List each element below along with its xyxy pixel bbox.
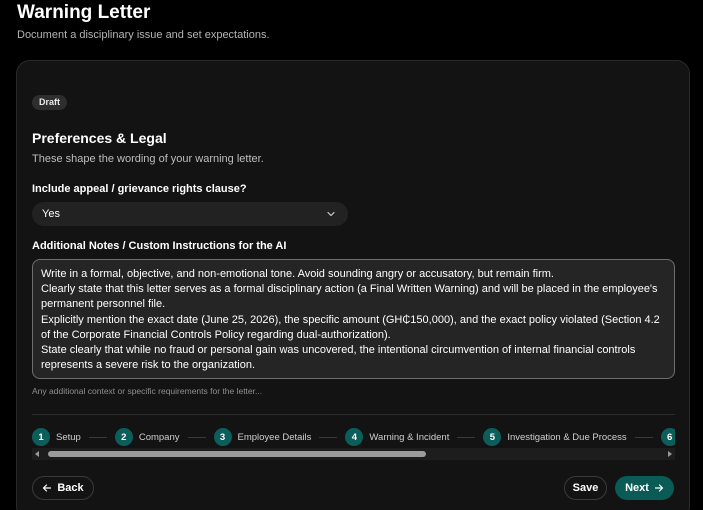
save-button-label: Save (572, 482, 599, 494)
step-label: Investigation & Due Process (507, 431, 627, 443)
status-badge: Draft (32, 95, 68, 110)
step-connector (319, 436, 338, 438)
step-connector (88, 436, 107, 438)
page-subtitle: Document a disciplinary issue and set ex… (17, 29, 270, 41)
step-item[interactable]: 5 Investigation & Due Process (483, 428, 627, 446)
appeal-clause-value: Yes (42, 208, 60, 220)
step-label: Warning & Incident (369, 431, 450, 443)
notes-helper-text: Any additional context or specific requi… (32, 386, 263, 396)
step-connector (457, 436, 476, 438)
step-number: 2 (114, 428, 133, 446)
back-button-label: Back (57, 482, 84, 494)
next-button[interactable]: Next (615, 476, 674, 500)
step-number: 1 (32, 428, 50, 446)
form-card: Draft Preferences & Legal These shape th… (16, 60, 690, 510)
section-title: Preferences & Legal (32, 130, 167, 146)
chevron-down-icon (327, 211, 335, 217)
back-button[interactable]: Back (32, 476, 94, 500)
step-number: 6 (660, 428, 675, 446)
step-item[interactable]: 6 (660, 428, 675, 446)
save-button[interactable]: Save (564, 476, 607, 500)
step-connector (634, 436, 653, 438)
step-label: Employee Details (237, 431, 312, 443)
scroll-left-arrow-icon[interactable] (35, 451, 39, 457)
scrollbar-thumb[interactable] (48, 451, 426, 457)
step-connector (187, 436, 206, 438)
arrow-left-icon (43, 484, 52, 492)
appeal-clause-select[interactable]: Yes (32, 202, 348, 226)
step-item[interactable]: 4 Warning & Incident (345, 428, 449, 446)
appeal-clause-label: Include appeal / grievance rights clause… (32, 183, 247, 195)
step-item[interactable]: 3 Employee Details (213, 428, 312, 446)
next-button-label: Next (625, 482, 649, 494)
step-item[interactable]: 1 Setup (32, 428, 81, 446)
step-label: Company (138, 431, 180, 443)
stepper-track: 1 Setup 2 Company 3 Employee Details 4 Warning … (32, 426, 675, 448)
step-item[interactable]: 2 Company (114, 428, 180, 446)
divider (32, 414, 675, 415)
step-number: 5 (483, 428, 502, 446)
scroll-right-arrow-icon[interactable] (668, 451, 672, 457)
notes-label: Additional Notes / Custom Instructions f… (32, 240, 287, 252)
step-number: 3 (213, 428, 232, 446)
horizontal-scrollbar[interactable] (32, 448, 675, 460)
section-subtitle: These shape the wording of your warning … (32, 153, 264, 165)
arrow-right-icon (654, 484, 664, 492)
page-title: Warning Letter (17, 2, 151, 23)
step-number: 4 (345, 428, 364, 446)
stepper: 1 Setup 2 Company 3 Employee Details 4 Warning … (32, 426, 675, 448)
notes-textarea[interactable]: Write in a formal, objective, and non-em… (32, 259, 675, 379)
step-label: Setup (56, 431, 81, 443)
